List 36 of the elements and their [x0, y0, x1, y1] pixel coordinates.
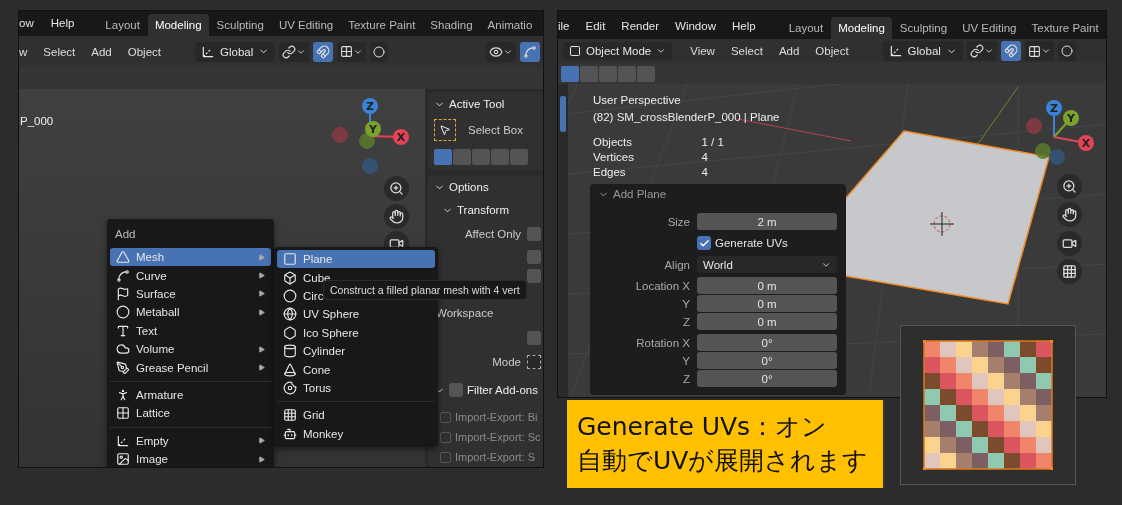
field-label: Location X	[634, 279, 690, 292]
tool-name: Select Box	[468, 124, 523, 136]
stat-value: 4	[701, 151, 709, 163]
stat-label: Vertices	[593, 151, 635, 163]
caption-text: 自動でUVが展開されます	[577, 445, 870, 477]
stat-label: Edges	[593, 166, 627, 178]
axis-gizmo-drawing: Z Y X	[1025, 99, 1095, 166]
addon-label: Import-Export: Bi	[455, 411, 538, 423]
addon-label: Import-Export: Sc	[455, 431, 541, 443]
panel-title: Add Plane	[613, 188, 667, 200]
object-name: (82) SM_crossBlenderP_000 | Plane	[593, 111, 780, 123]
caption-text: Generate UVs：オン	[577, 411, 829, 443]
field-label: Size	[666, 215, 690, 228]
stat-value: 4	[701, 166, 709, 178]
field-label: Y	[681, 354, 690, 367]
subpanel-title: Filter Add-ons	[467, 384, 538, 396]
subpanel-title: Workspace	[436, 307, 494, 319]
subpanel-title: Transform	[457, 204, 509, 216]
axis-gizmo-drawing: Z Y X	[331, 97, 410, 175]
checkbox-label: Generate UVs	[715, 237, 788, 249]
panel-title: Options	[449, 181, 489, 193]
option-label: Affect Only	[464, 228, 521, 240]
tooltip: Construct a filled planar mesh with 4 vert	[323, 280, 527, 300]
view-name: User Perspective	[593, 94, 682, 106]
field-label: Align	[663, 258, 690, 271]
field-label: Y	[681, 297, 690, 310]
field-label: Rotation X	[635, 336, 690, 349]
addon-label: Import-Export: S	[455, 451, 536, 463]
field-label: Z	[681, 372, 690, 385]
object-name: P_000	[20, 115, 54, 127]
stat-value: 1 / 1	[701, 136, 725, 148]
panel-title: Active Tool	[449, 98, 505, 110]
option-label: Mode	[492, 356, 521, 368]
menu-title: Add	[114, 227, 137, 242]
stat-label: Objects	[593, 136, 633, 148]
field-label: Z	[681, 315, 690, 328]
